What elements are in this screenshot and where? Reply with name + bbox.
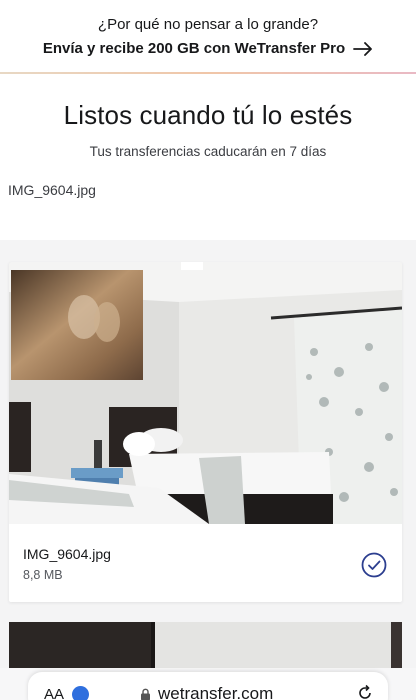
file-name: IMG_9604.jpg bbox=[23, 546, 111, 562]
page-title: Listos cuando tú lo estés bbox=[63, 100, 353, 130]
reload-icon[interactable] bbox=[356, 684, 374, 700]
lock-icon bbox=[141, 688, 150, 700]
promo-question: ¿Por qué no pensar a lo grande? bbox=[97, 16, 319, 33]
file-card[interactable]: IMG_9604.jpg 8,8 MB bbox=[9, 262, 402, 602]
transfer-file-name: IMG_9604.jpg bbox=[8, 182, 96, 198]
promo-banner[interactable]: ¿Por qué no pensar a lo grande? Envía y … bbox=[0, 0, 416, 74]
transfer-header: Listos cuando tú lo estés Tus transferen… bbox=[0, 74, 416, 240]
expiry-note: Tus transferencias caducarán en 7 días bbox=[89, 144, 327, 159]
url-text[interactable]: wetransfer.com bbox=[158, 684, 273, 700]
extension-badge-icon[interactable] bbox=[72, 686, 89, 700]
check-circle-icon bbox=[361, 552, 387, 578]
text-size-button[interactable]: AA bbox=[44, 686, 64, 700]
promo-cta-label: Envía y recibe 200 GB con WeTransfer Pro bbox=[42, 40, 346, 57]
file-size: 8,8 MB bbox=[23, 568, 63, 582]
promo-cta-link[interactable]: Envía y recibe 200 GB con WeTransfer Pro bbox=[0, 40, 416, 57]
arrow-right-icon bbox=[353, 41, 373, 56]
image-preview[interactable] bbox=[9, 262, 402, 524]
